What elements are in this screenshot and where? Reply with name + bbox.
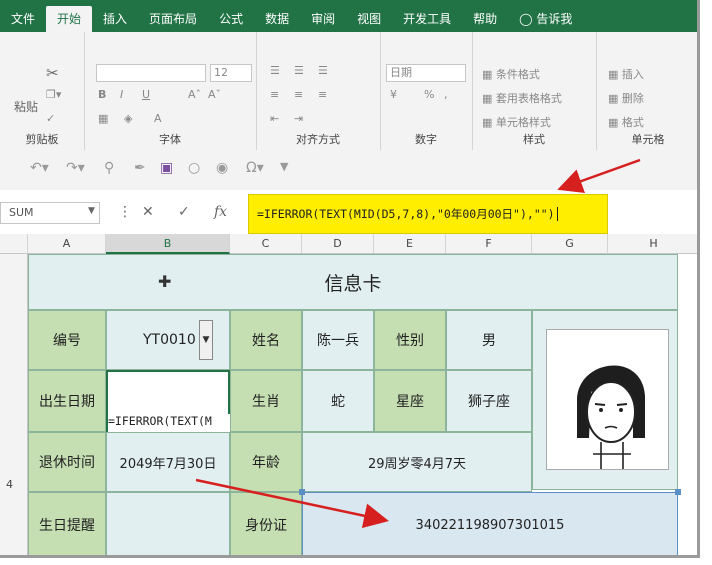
arrow-to-id-card bbox=[195, 478, 389, 529]
arrow-to-formula bbox=[557, 158, 641, 194]
annotation-arrows bbox=[195, 158, 641, 529]
excel-window: 文件 开始 插入 页面布局 公式 数据 审阅 视图 开发工具 帮助 ◯ 告诉我 … bbox=[0, 0, 700, 558]
